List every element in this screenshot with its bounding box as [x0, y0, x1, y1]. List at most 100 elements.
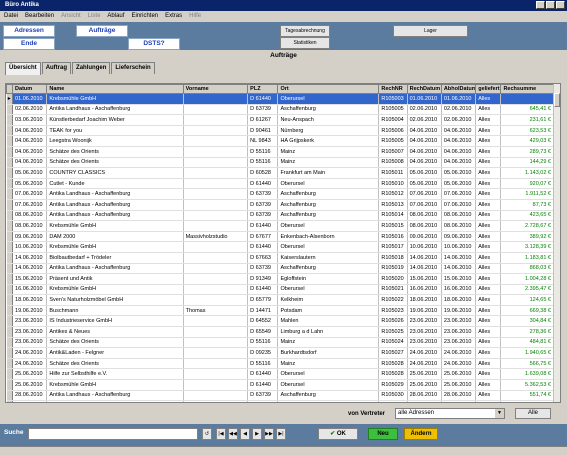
menu-item-ansicht[interactable]: Ansicht	[61, 11, 81, 22]
menu-item-datei[interactable]: Datei	[4, 11, 18, 22]
column-header-datum[interactable]: Datum	[12, 84, 48, 94]
statistiken-button[interactable]: Statistiken	[280, 37, 330, 49]
table-row[interactable]: 15.06.2010 Präsent und Antik D 91349 Egloff…	[6, 273, 554, 285]
table-row[interactable]: 09.06.2010 DAM 2000 Massivholzstudio D 6767…	[6, 231, 554, 243]
menu-item-bearbeiten[interactable]: Bearbeiten	[25, 11, 54, 22]
cell-datum: 23.06.2010	[12, 326, 48, 338]
cell-vorname	[183, 326, 249, 338]
undo-icon[interactable]: ↺	[202, 428, 212, 440]
table-row[interactable]: 28.06.2010La TiendaD 61389SchmittenR1050…	[6, 400, 554, 402]
cell-ort: Kaiserslautern	[277, 252, 380, 264]
next-page-icon[interactable]: ▶▶	[264, 428, 274, 440]
column-header-rechdatum[interactable]: RechDatum	[406, 84, 442, 94]
cell-rechdatum: 02.06.2010	[407, 114, 442, 126]
tab-auftrag[interactable]: Auftrag	[41, 62, 72, 74]
column-header-name[interactable]: Name	[46, 84, 184, 94]
table-row[interactable]: 05.06.2010 COUNTRY CLASSICS D 60528 Frankfu…	[6, 167, 554, 179]
ende-button[interactable]: Ende	[3, 38, 55, 50]
cell-abholdatum: 14.06.2010	[441, 263, 477, 275]
table-row[interactable]: 16.06.2010 Krebsmühle GmbH D 61440 Oberurse…	[6, 284, 554, 296]
dsts-button[interactable]: DSTS?	[128, 38, 180, 50]
column-header-vorname[interactable]: Vorname	[182, 84, 249, 94]
column-header-ort[interactable]: Ort	[277, 84, 380, 94]
table-row[interactable]: 24.06.2010 Antik&Laden - Felgner D 09235 Bu…	[6, 347, 554, 359]
tab-lieferschein[interactable]: Lieferschein	[111, 62, 155, 74]
cell-rechdatum: 01.06.2010	[407, 93, 442, 105]
table-row[interactable]: 07.06.2010 Antika Landhaus - Aschaffenbur…	[6, 188, 554, 200]
minimize-icon[interactable]	[536, 1, 545, 9]
tab-zahlungen[interactable]: Zahlungen	[72, 62, 111, 74]
table-row[interactable]: 04.06.2010 Leegstra Woonijk NL 9843 HA Grij…	[6, 135, 554, 147]
prev-record-icon[interactable]: ◀	[240, 428, 250, 440]
cell-name: IS Industrieservice GmbH	[46, 315, 184, 328]
cell-rechdatum: 28.06.2010	[407, 390, 442, 402]
cell-plz: D 55116	[247, 157, 279, 169]
table-row[interactable]: 02.06.2010 Antika Landhaus - Aschaffenbur…	[6, 104, 554, 116]
table-row[interactable]: 04.06.2010 Schätze des Orients D 55116 Main…	[6, 157, 554, 169]
search-input[interactable]	[28, 428, 198, 440]
vertical-scrollbar[interactable]	[553, 84, 560, 402]
lager-button[interactable]: Lager	[393, 25, 468, 37]
cell-name: Schätze des Orients	[46, 358, 184, 370]
auftraege-button[interactable]: Aufträge	[76, 25, 128, 37]
cell-datum: 14.06.2010	[12, 263, 48, 275]
close-icon[interactable]	[556, 1, 565, 9]
aendern-button[interactable]: Ändern	[404, 428, 438, 440]
next-record-icon[interactable]: ▶	[252, 428, 262, 440]
cell-name: Antik&Laden - Felgner	[46, 347, 184, 359]
cell-vorname	[183, 337, 249, 349]
table-row[interactable]: 14.06.2010 Biolbautbedarf + Trödeler D 676…	[6, 252, 554, 264]
ok-button[interactable]: ✔ OK	[318, 428, 358, 440]
cell-rechdatum: 24.06.2010	[407, 358, 442, 370]
table-row[interactable]: 28.06.2010 Antika Landhaus - Aschaffenbur…	[6, 390, 554, 402]
cell-ort: Neu-Anspach	[277, 114, 380, 126]
cell-rechnr: R105015	[378, 220, 408, 232]
table-row[interactable]: 05.06.2010 Cutlet - Kunde D 61440 Oberursel…	[6, 178, 554, 190]
alle-button[interactable]: Alle	[515, 408, 551, 419]
column-header-rechsumme[interactable]: Rechsumme	[500, 84, 554, 94]
table-row[interactable]: 18.06.2010 Sven's Naturholzmöbel GmbH D 65…	[6, 294, 554, 306]
tagesabrechnung-button[interactable]: Tagesabrechnung	[280, 25, 330, 37]
menu-item-extras[interactable]: Extras	[165, 11, 182, 22]
table-row[interactable]: 08.06.2010 Krebsmühle GmbH D 61440 Oberurse…	[6, 220, 554, 232]
table-row[interactable]: 23.06.2010 Antikes & Neues D 65549 Limburg …	[6, 326, 554, 338]
column-header-rechnr[interactable]: RechNR	[378, 84, 408, 94]
menu-item-hilfe[interactable]: Hilfe	[189, 11, 201, 22]
table-row[interactable]: 07.06.2010 Antika Landhaus - Aschaffenbur…	[6, 199, 554, 211]
table-row[interactable]: 24.06.2010 Schätze des Orients D 55116 Main…	[6, 358, 554, 370]
table-row[interactable]: 04.06.2010 TEAK for you D 90461 Nürnberg R10…	[6, 125, 554, 137]
table-row[interactable]: 14.06.2010 Antika Landhaus - Aschaffenbur…	[6, 263, 554, 275]
table-row[interactable]: 10.06.2010 Krebsmühle GmbH D 61440 Oberurse…	[6, 241, 554, 253]
table-row[interactable]: ▸ 01.06.2010 Krebsmühle GmbH D 61440 Oberurs…	[6, 93, 554, 105]
column-header-plz[interactable]: PLZ	[247, 84, 279, 94]
table-row[interactable]: 03.06.2010 Künstlerbedarf Joachim Weber D …	[6, 114, 554, 126]
menu-item-liste[interactable]: Liste	[88, 11, 101, 22]
cell-vorname	[183, 125, 249, 137]
adressen-button[interactable]: Adressen	[3, 25, 55, 37]
vertreter-select[interactable]: alle Adressen ▼	[395, 408, 505, 419]
column-header-abholdatum[interactable]: AbholDatum	[440, 84, 477, 94]
vertreter-selected-value: alle Adressen	[398, 410, 435, 416]
table-row[interactable]: 23.06.2010 IS Industrieservice GmbH D 6455…	[6, 315, 554, 328]
menu-item-ablauf[interactable]: Ablauf	[107, 11, 124, 22]
maximize-icon[interactable]	[546, 1, 555, 9]
first-record-icon[interactable]: |◀	[216, 428, 226, 440]
cell-rechnr: R105029	[378, 379, 408, 391]
table-row[interactable]: 08.06.2010 Antika Landhaus - Aschaffenbur…	[6, 210, 554, 222]
table-row[interactable]: 23.06.2010 Schätze des Orients D 55116 Main…	[6, 337, 554, 349]
chevron-down-icon[interactable]: ▼	[495, 409, 504, 418]
column-header-geliefert[interactable]: geliefert	[475, 84, 502, 94]
prev-page-icon[interactable]: ◀◀	[228, 428, 238, 440]
table-row[interactable]: 25.06.2010 Krebsmühle GmbH D 61440 Oberurse…	[6, 379, 554, 391]
search-label: Suche	[4, 429, 24, 436]
last-record-icon[interactable]: ▶|	[276, 428, 286, 440]
table-row[interactable]: 19.06.2010 Buschmann Thomas D 14471 Potsdam R…	[6, 305, 554, 317]
menu-item-einrichten[interactable]: Einrichten	[131, 11, 158, 22]
table-row[interactable]: 25.06.2010 Hilfe zur Selbsthilfe e.V. D 61…	[6, 368, 554, 381]
scrollbar-thumb[interactable]	[554, 93, 560, 107]
table-row[interactable]: 04.06.2010 Schätze des Orients D 55116 Main…	[6, 146, 554, 158]
tab-uebersicht[interactable]: Übersicht	[5, 62, 41, 75]
neu-button[interactable]: Neu	[368, 428, 398, 440]
cell-rechnr: R105008	[378, 157, 408, 169]
cell-geliefert: Alles	[475, 114, 502, 126]
